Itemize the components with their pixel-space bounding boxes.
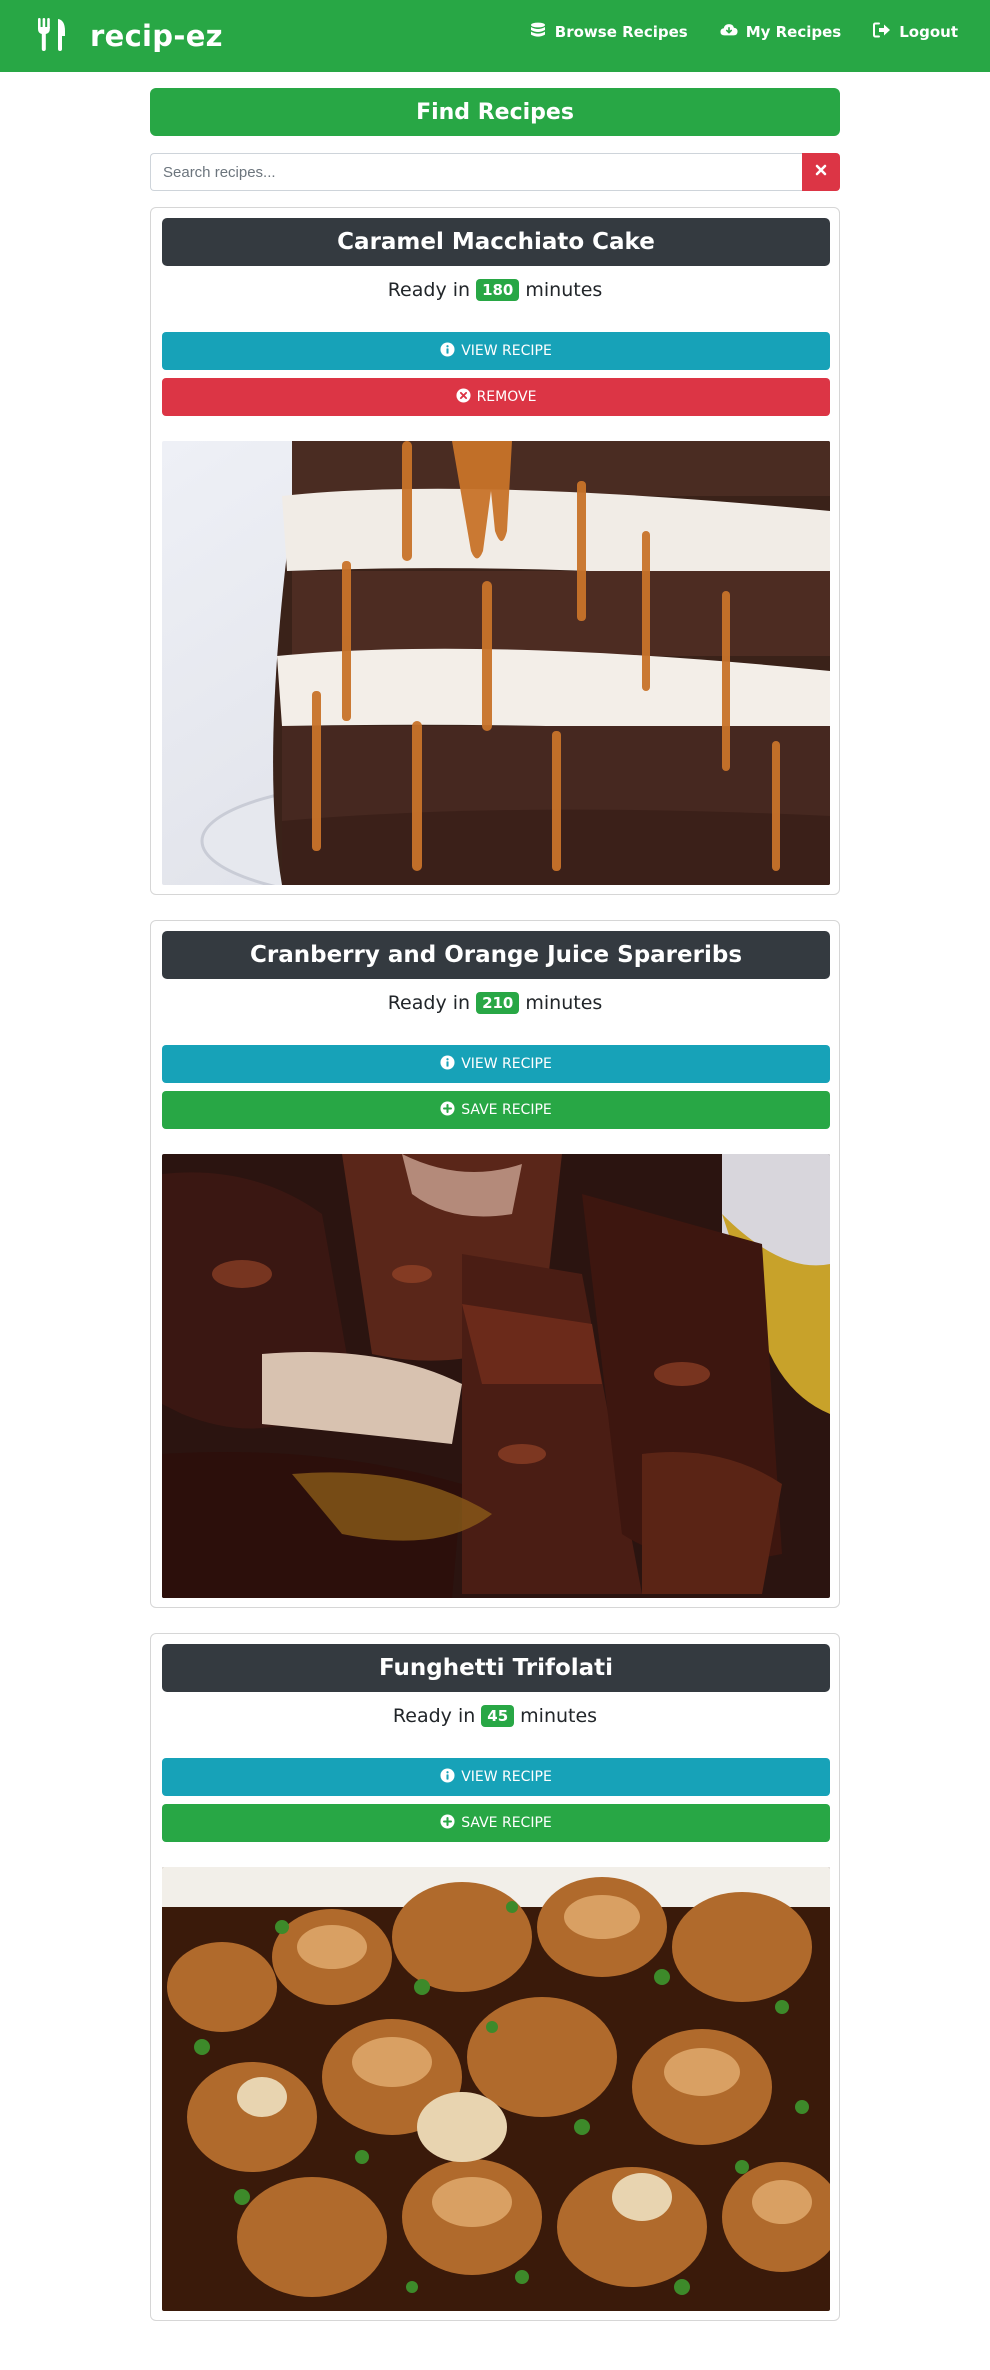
close-icon	[814, 163, 828, 182]
minutes-badge: 180	[476, 279, 520, 301]
brand-link[interactable]: recip-ez	[36, 12, 223, 60]
search-bar	[150, 153, 840, 191]
ready-prefix: Ready in	[392, 1705, 476, 1727]
nav-logout[interactable]: Logout	[873, 22, 958, 42]
ready-time: Ready in 210 minutes	[151, 987, 839, 1019]
database-icon	[529, 22, 555, 42]
ready-suffix: minutes	[525, 992, 603, 1014]
recipe-title: Funghetti Trifolati	[162, 1644, 830, 1692]
save-recipe-button[interactable]: SAVE RECIPE	[162, 1091, 830, 1129]
nav-browse-label: Browse Recipes	[554, 23, 688, 41]
nav-my-recipes[interactable]: My Recipes	[720, 22, 842, 42]
view-recipe-button[interactable]: VIEW RECIPE	[162, 1758, 830, 1796]
recipe-title: Caramel Macchiato Cake	[162, 218, 830, 266]
recipe-photo	[162, 441, 830, 885]
utensils-icon	[36, 16, 68, 57]
recipe-card: Cranberry and Orange Juice Spareribs Rea…	[150, 920, 840, 1608]
search-input[interactable]	[150, 153, 802, 191]
minutes-badge: 45	[481, 1705, 515, 1727]
view-recipe-button[interactable]: VIEW RECIPE	[162, 1045, 830, 1083]
search-clear-button[interactable]	[802, 153, 840, 191]
nav-browse-recipes[interactable]: Browse Recipes	[529, 22, 688, 42]
minutes-badge: 210	[476, 992, 520, 1014]
recipe-card: Funghetti Trifolati Ready in 45 minutes …	[150, 1633, 840, 2321]
nav-logout-label: Logout	[899, 23, 958, 41]
ready-prefix: Ready in	[387, 992, 471, 1014]
view-recipe-button[interactable]: VIEW RECIPE	[162, 332, 830, 370]
recipe-photo	[162, 1867, 830, 2311]
ready-prefix: Ready in	[387, 279, 471, 301]
plus-circle-icon	[440, 1813, 461, 1833]
sign-out-icon	[873, 22, 899, 42]
remove-recipe-label: REMOVE	[476, 389, 537, 405]
cloud-download-icon	[720, 22, 746, 42]
find-recipes-heading: Find Recipes	[150, 88, 840, 136]
info-circle-icon	[440, 341, 461, 361]
info-circle-icon	[440, 1767, 461, 1787]
ready-time: Ready in 180 minutes	[151, 274, 839, 306]
nav-links: Browse Recipes My Recipes Logout	[497, 22, 958, 42]
save-recipe-label: SAVE RECIPE	[461, 1102, 552, 1118]
info-circle-icon	[440, 1054, 461, 1074]
navbar: recip-ez Browse Recipes My Recipes Logou…	[0, 0, 990, 72]
view-recipe-label: VIEW RECIPE	[461, 1056, 552, 1072]
recipe-photo	[162, 1154, 830, 1598]
brand-name: recip-ez	[90, 19, 223, 53]
recipe-title: Cranberry and Orange Juice Spareribs	[162, 931, 830, 979]
save-recipe-button[interactable]: SAVE RECIPE	[162, 1804, 830, 1842]
plus-circle-icon	[440, 1100, 461, 1120]
nav-my-recipes-label: My Recipes	[745, 23, 842, 41]
recipe-card: Caramel Macchiato Cake Ready in 180 minu…	[150, 207, 840, 895]
times-circle-icon	[456, 387, 477, 407]
ready-suffix: minutes	[520, 1705, 598, 1727]
ready-time: Ready in 45 minutes	[151, 1700, 839, 1732]
view-recipe-label: VIEW RECIPE	[461, 343, 552, 359]
remove-recipe-button[interactable]: REMOVE	[162, 378, 830, 416]
save-recipe-label: SAVE RECIPE	[461, 1815, 552, 1831]
ready-suffix: minutes	[525, 279, 603, 301]
view-recipe-label: VIEW RECIPE	[461, 1769, 552, 1785]
